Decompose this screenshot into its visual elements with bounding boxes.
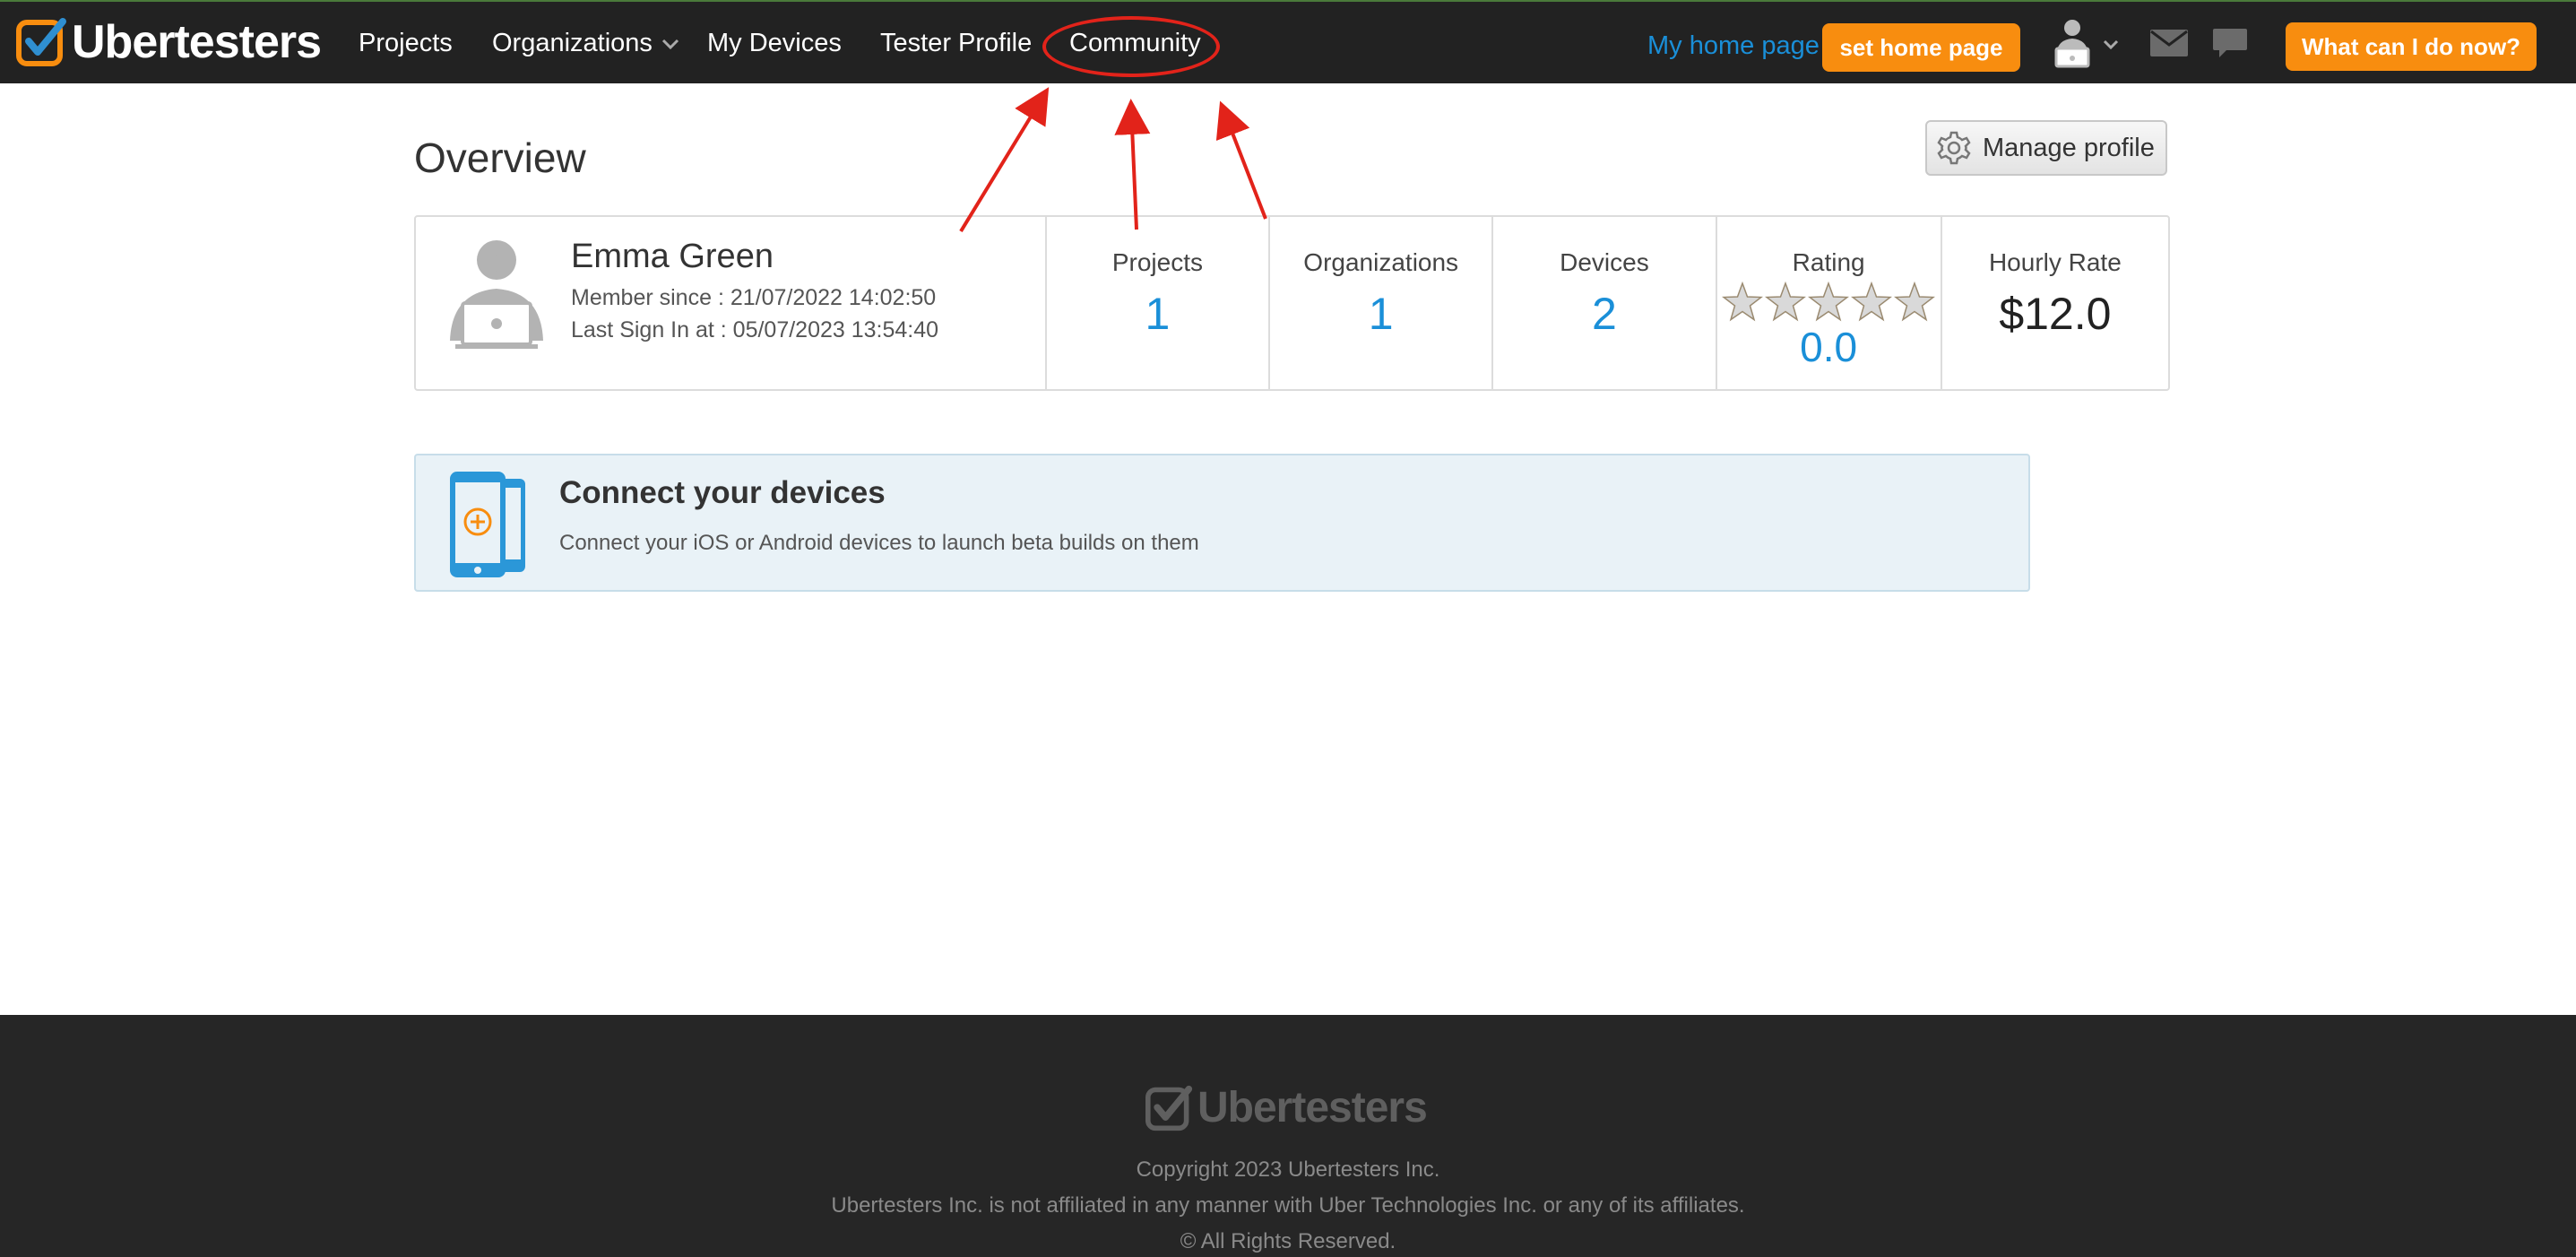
top-navigation-bar: Ubertesters Projects Organizations My De… — [0, 0, 2576, 83]
user-laptop-icon — [2054, 20, 2119, 68]
annotation-arrow-center — [1114, 99, 1151, 230]
footer: Ubertesters Copyright 2023 Ubertesters I… — [0, 1015, 2576, 1257]
annotation-arrow-left — [959, 87, 1050, 233]
member-since: Member since : 21/07/2022 14:02:50 — [571, 285, 937, 310]
profile-summary: Emma Green Member since : 21/07/2022 14:… — [416, 217, 1047, 389]
footer-brand-name: Ubertesters — [1197, 1084, 1428, 1131]
check-box-icon — [16, 18, 66, 66]
star-icon — [1894, 282, 1936, 322]
user-menu[interactable] — [2047, 18, 2126, 70]
gear-icon — [1937, 131, 1971, 165]
stat-projects-label: Projects — [1111, 248, 1204, 276]
messages-button[interactable] — [2149, 29, 2189, 57]
star-icon — [1808, 282, 1850, 322]
star-icon — [1765, 282, 1807, 322]
brand-logo[interactable]: Ubertesters — [16, 14, 322, 70]
stat-projects: Projects 1 — [1047, 217, 1271, 389]
stat-projects-value[interactable]: 1 — [1047, 287, 1268, 341]
nav-organizations[interactable]: Organizations — [492, 27, 679, 59]
footer-disclaimer: Ubertesters Inc. is not affiliated in an… — [831, 1193, 1745, 1218]
stat-hourly-rate: Hourly Rate $12.0 — [1942, 217, 2168, 389]
connect-devices-title: Connect your devices — [559, 475, 886, 510]
last-sign-in: Last Sign In at : 05/07/2023 13:54:40 — [571, 317, 939, 342]
phones-plus-icon — [450, 472, 525, 577]
connect-devices-banner[interactable]: Connect your devices Connect your iOS or… — [414, 454, 2030, 592]
nav-organizations-label: Organizations — [492, 29, 653, 57]
manage-profile-label: Manage profile — [1983, 133, 2155, 162]
star-icon — [1722, 282, 1764, 322]
stat-hourly-rate-label: Hourly Rate — [1988, 248, 2122, 276]
stat-devices-label: Devices — [1560, 248, 1649, 276]
rating-stars — [1717, 282, 1941, 323]
community-highlight-circle — [1042, 16, 1220, 77]
stat-rating-value: 0.0 — [1800, 324, 1858, 370]
check-box-icon — [1145, 1085, 1193, 1131]
brand-name: Ubertesters — [72, 16, 322, 68]
annotation-arrow-right — [1215, 100, 1267, 220]
nav-projects[interactable]: Projects — [359, 27, 453, 59]
nav-my-devices[interactable]: My Devices — [707, 27, 842, 59]
footer-logo: Ubertesters — [1145, 1083, 1428, 1133]
page-title: Overview — [414, 134, 586, 181]
stat-hourly-rate-value: $12.0 — [1999, 289, 2112, 339]
what-can-i-do-button[interactable]: What can I do now? — [2286, 22, 2537, 71]
stat-organizations-value[interactable]: 1 — [1270, 287, 1491, 341]
mail-icon — [2150, 30, 2188, 56]
my-home-page-link[interactable]: My home page — [1647, 30, 1820, 62]
connect-devices-description: Connect your iOS or Android devices to l… — [559, 531, 1199, 555]
profile-overview-card: Emma Green Member since : 21/07/2022 14:… — [414, 215, 2170, 391]
stat-devices-value[interactable]: 2 — [1493, 287, 1715, 341]
chat-bubble-icon — [2213, 29, 2247, 57]
manage-profile-button[interactable]: Manage profile — [1925, 120, 2167, 176]
footer-rights: © All Rights Reserved. — [1180, 1229, 1396, 1253]
chevron-down-icon — [661, 39, 679, 50]
stat-devices: Devices 2 — [1493, 217, 1717, 389]
nav-tester-profile[interactable]: Tester Profile — [880, 27, 1032, 59]
set-home-page-button[interactable]: set home page — [1822, 23, 2020, 72]
stat-rating-label: Rating — [1792, 248, 1865, 276]
avatar — [450, 240, 543, 349]
user-name: Emma Green — [571, 238, 774, 275]
footer-copyright: Copyright 2023 Ubertesters Inc. — [1136, 1157, 1440, 1182]
stat-organizations: Organizations 1 — [1270, 217, 1494, 389]
star-icon — [1851, 282, 1893, 322]
stat-organizations-label: Organizations — [1303, 248, 1459, 276]
chat-button[interactable] — [2212, 27, 2248, 61]
stat-rating: Rating 0.0 — [1717, 217, 1942, 389]
